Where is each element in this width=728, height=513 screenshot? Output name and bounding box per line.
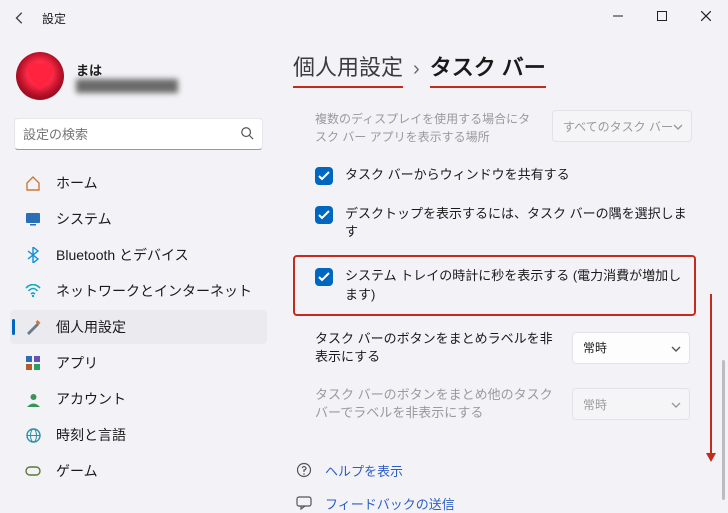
help-icon bbox=[295, 461, 313, 479]
nav-item-gaming[interactable]: ゲーム bbox=[10, 454, 267, 488]
apps-icon bbox=[24, 354, 42, 372]
nav-item-bluetooth[interactable]: Bluetooth とデバイス bbox=[10, 238, 267, 272]
feedback-icon bbox=[295, 494, 313, 512]
combine-buttons-setting: タスク バーのボタンをまとめラベルを非表示にする 常時 bbox=[293, 320, 696, 376]
multi-display-label: 複数のディスプレイを使用する場合にタスク バー アプリを表示する場所 bbox=[315, 110, 540, 146]
nav-item-network[interactable]: ネットワークとインターネット bbox=[10, 274, 267, 308]
setting-label: タスク バーのボタンをまとめ他のタスク バーでラベルを非表示にする bbox=[315, 386, 560, 422]
nav-label: Bluetooth とデバイス bbox=[56, 245, 189, 265]
nav-label: 時刻と言語 bbox=[56, 425, 126, 445]
option-label: デスクトップを表示するには、タスク バーの隅を選択します bbox=[345, 205, 690, 241]
user-name: まは bbox=[76, 60, 236, 79]
underline-mark bbox=[430, 86, 546, 88]
user-email: ████████████ bbox=[76, 79, 236, 93]
nav-label: ゲーム bbox=[56, 461, 98, 481]
breadcrumb-parent[interactable]: 個人用設定 bbox=[293, 50, 403, 82]
window-title: 設定 bbox=[42, 10, 66, 27]
avatar bbox=[16, 52, 64, 100]
annotation-arrow bbox=[710, 294, 712, 456]
nav-item-apps[interactable]: アプリ bbox=[10, 346, 267, 380]
combine-dropdown[interactable]: 常時 bbox=[572, 332, 690, 364]
back-button[interactable] bbox=[6, 4, 34, 32]
main-content: 個人用設定 › タスク バー 複数のディスプレイを使用する場合にタスク バー ア… bbox=[275, 36, 728, 504]
link-text: フィードバックの送信 bbox=[325, 494, 455, 513]
nav-item-timelang[interactable]: 時刻と言語 bbox=[10, 418, 267, 452]
sidebar: まは ████████████ ホーム システム bbox=[0, 36, 275, 504]
account-icon bbox=[24, 390, 42, 408]
multi-display-dropdown: すべてのタスク バー bbox=[552, 110, 692, 142]
multi-display-setting: 複数のディスプレイを使用する場合にタスク バー アプリを表示する場所 すべてのタ… bbox=[293, 104, 696, 156]
feedback-link[interactable]: フィードバックの送信 bbox=[295, 494, 696, 513]
search-box[interactable] bbox=[14, 118, 263, 150]
nav: ホーム システム Bluetooth とデバイス ネットワークとインターネット … bbox=[10, 166, 267, 488]
option-share-window[interactable]: タスク バーからウィンドウを共有する bbox=[293, 156, 696, 195]
dropdown-value: 常時 bbox=[583, 339, 607, 356]
nav-label: アカウント bbox=[56, 389, 126, 409]
home-icon bbox=[24, 174, 42, 192]
minimize-button[interactable] bbox=[596, 0, 640, 32]
gaming-icon bbox=[24, 462, 42, 480]
nav-label: アプリ bbox=[56, 353, 98, 373]
chevron-down-icon bbox=[673, 119, 683, 133]
nav-label: ホーム bbox=[56, 173, 98, 193]
link-text: ヘルプを表示 bbox=[325, 461, 403, 480]
search-icon bbox=[240, 126, 254, 143]
combine-other-setting: タスク バーのボタンをまとめ他のタスク バーでラベルを非表示にする 常時 bbox=[293, 376, 696, 432]
titlebar: 設定 bbox=[0, 0, 728, 36]
nav-label: 個人用設定 bbox=[56, 317, 126, 337]
wifi-icon bbox=[24, 282, 42, 300]
option-seconds-in-clock[interactable]: システム トレイの時計に秒を表示する (電力消費が増加します) bbox=[293, 255, 696, 315]
checkbox-checked[interactable] bbox=[315, 167, 333, 185]
nav-item-system[interactable]: システム bbox=[10, 202, 267, 236]
chevron-down-icon bbox=[671, 397, 681, 411]
setting-label: タスク バーのボタンをまとめラベルを非表示にする bbox=[315, 330, 560, 366]
footer-links: ヘルプを表示 フィードバックの送信 bbox=[293, 461, 696, 513]
underline-mark bbox=[293, 86, 403, 88]
combine-other-dropdown: 常時 bbox=[572, 388, 690, 420]
help-link[interactable]: ヘルプを表示 bbox=[295, 461, 696, 480]
user-block[interactable]: まは ████████████ bbox=[10, 46, 267, 118]
bluetooth-icon bbox=[24, 246, 42, 264]
paint-icon bbox=[24, 318, 42, 336]
nav-item-personalization[interactable]: 個人用設定 bbox=[10, 310, 267, 344]
checkbox-checked[interactable] bbox=[315, 268, 333, 286]
chevron-right-icon: › bbox=[413, 58, 420, 81]
nav-label: ネットワークとインターネット bbox=[56, 281, 252, 301]
nav-item-home[interactable]: ホーム bbox=[10, 166, 267, 200]
option-label: システム トレイの時計に秒を表示する (電力消費が増加します) bbox=[345, 267, 688, 303]
breadcrumb: 個人用設定 › タスク バー bbox=[293, 50, 700, 82]
option-show-desktop[interactable]: デスクトップを表示するには、タスク バーの隅を選択します bbox=[293, 195, 696, 251]
maximize-button[interactable] bbox=[640, 0, 684, 32]
breadcrumb-current: タスク バー bbox=[430, 50, 546, 82]
scrollbar-thumb[interactable] bbox=[722, 360, 725, 500]
dropdown-value: 常時 bbox=[583, 396, 607, 413]
close-button[interactable] bbox=[684, 0, 728, 32]
dropdown-value: すべてのタスク バー bbox=[563, 118, 673, 135]
option-label: タスク バーからウィンドウを共有する bbox=[345, 166, 570, 184]
checkbox-checked[interactable] bbox=[315, 206, 333, 224]
globe-icon bbox=[24, 426, 42, 444]
system-icon bbox=[24, 210, 42, 228]
chevron-down-icon bbox=[671, 341, 681, 355]
search-input[interactable] bbox=[23, 127, 240, 142]
nav-item-accounts[interactable]: アカウント bbox=[10, 382, 267, 416]
nav-label: システム bbox=[56, 209, 112, 229]
